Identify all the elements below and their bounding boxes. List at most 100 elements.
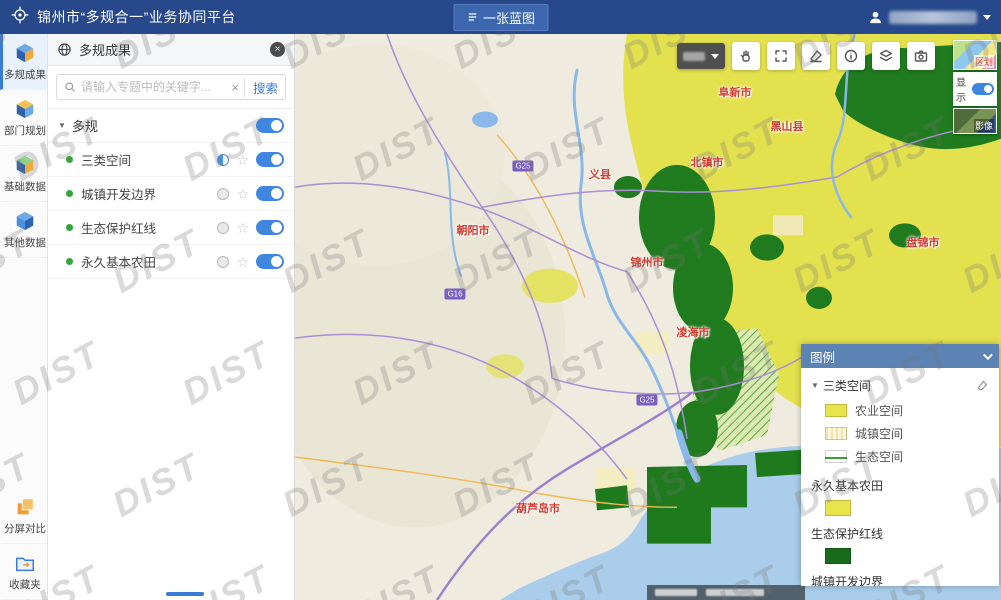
layer-row-eco-redline[interactable]: 生态保护红线 ☆ — [48, 211, 294, 245]
sidebar-item-split-compare[interactable]: 分屏对比 — [0, 488, 47, 544]
cube-icon — [14, 154, 36, 176]
search-input[interactable] — [81, 80, 226, 94]
star-icon[interactable]: ☆ — [236, 187, 249, 201]
status-text-blurred — [655, 589, 697, 596]
chevron-down-icon — [711, 54, 719, 59]
user-menu[interactable] — [868, 10, 991, 25]
legend-title: 图例 — [810, 347, 835, 366]
basemap-thumb-imagery[interactable]: 影像 — [953, 108, 997, 134]
legend-swatch — [825, 404, 847, 417]
layer-status-dot — [66, 258, 73, 265]
chevron-down-icon — [983, 15, 991, 20]
layer-info-icon[interactable] — [217, 154, 229, 166]
folder-icon — [14, 552, 36, 574]
layer-toggle[interactable] — [256, 186, 284, 201]
layer-row-urban-boundary[interactable]: 城镇开发边界 ☆ — [48, 177, 294, 211]
basemap-switcher: 区划 显示 影像 — [953, 40, 997, 134]
map-tool-dropdown[interactable] — [677, 43, 725, 69]
sidebar-item-label: 收藏夹 — [9, 577, 41, 592]
legend-item-label: 城镇空间 — [855, 425, 903, 442]
sidebar-item-department-plans[interactable]: 部门规划 — [0, 90, 47, 146]
user-name-blurred — [889, 11, 977, 24]
chevron-down-icon[interactable] — [983, 350, 993, 360]
legend-single-label: 城镇开发边界 — [811, 573, 989, 586]
legend-item-label: 生态空间 — [855, 448, 903, 465]
sidebar-item-planning-results[interactable]: 多规成果 — [0, 34, 47, 90]
star-icon[interactable]: ☆ — [236, 221, 249, 235]
close-icon[interactable]: × — [270, 42, 285, 57]
legend-swatch — [825, 450, 847, 463]
sidebar-spacer — [0, 258, 47, 488]
layer-info-icon[interactable] — [217, 222, 229, 234]
legend-item-town: 城镇空间 — [811, 422, 989, 445]
layer-toggle[interactable] — [256, 220, 284, 235]
legend-group-label: 三类空间 — [823, 377, 871, 394]
basemap-toggle-label: 显示 — [956, 74, 972, 104]
clear-search-icon[interactable]: × — [231, 81, 239, 94]
legend-header[interactable]: 图例 — [801, 344, 999, 368]
sidebar-item-label: 其他数据 — [4, 235, 46, 250]
map-status-bar — [647, 585, 805, 600]
layer-row-three-spaces[interactable]: 三类空间 ☆ — [48, 143, 294, 177]
layer-panel-header: 多规成果 × — [48, 34, 294, 66]
legend-single-label: 永久基本农田 — [811, 477, 989, 494]
sidebar-item-base-data[interactable]: 基础数据 — [0, 146, 47, 202]
group-toggle[interactable] — [256, 118, 284, 133]
horizontal-scrollbar-thumb[interactable] — [166, 592, 204, 596]
layer-name: 城镇开发边界 — [81, 184, 156, 203]
layer-status-dot — [66, 156, 73, 163]
legend-item-agriculture: 农业空间 — [811, 399, 989, 422]
basemap-visibility-toggle[interactable] — [972, 83, 994, 95]
info-icon — [843, 48, 859, 64]
layers-button[interactable] — [872, 42, 900, 70]
sidebar-item-other-data[interactable]: 其他数据 — [0, 202, 47, 258]
eraser-icon — [808, 48, 824, 64]
identify-button[interactable] — [837, 42, 865, 70]
layer-panel: 多规成果 × × 搜索 ▼ 多规 — [48, 34, 295, 600]
basemap-thumb-division[interactable]: 区划 — [953, 40, 997, 70]
sidebar-item-favorites[interactable]: 收藏夹 — [0, 544, 47, 600]
star-icon[interactable]: ☆ — [236, 255, 249, 269]
sidebar-item-label: 部门规划 — [4, 123, 46, 138]
search-box: × 搜索 — [56, 74, 286, 100]
legend-swatch — [825, 500, 851, 516]
layer-name: 永久基本农田 — [81, 252, 156, 271]
legend-group-toggle[interactable]: ▼ 三类空间 — [811, 377, 871, 394]
layers-icon — [878, 48, 894, 64]
layer-name: 三类空间 — [81, 150, 131, 169]
app-logo-icon — [10, 5, 30, 30]
user-icon — [868, 10, 883, 25]
full-extent-button[interactable] — [767, 42, 795, 70]
star-icon[interactable]: ☆ — [236, 153, 249, 167]
cube-icon — [14, 210, 36, 232]
layer-status-dot — [66, 224, 73, 231]
layer-toggle[interactable] — [256, 254, 284, 269]
cube-icon — [14, 42, 36, 64]
pan-tool-button[interactable] — [732, 42, 760, 70]
legend-swatch — [825, 427, 847, 440]
layer-tree: ▼ 多规 三类空间 ☆ 城镇开发边界 ☆ — [48, 109, 294, 600]
eraser-icon[interactable] — [976, 379, 989, 392]
search-row: × 搜索 — [48, 66, 294, 109]
panel-title: 多规成果 — [79, 40, 131, 59]
cube-icon — [14, 98, 36, 120]
camera-icon — [913, 48, 929, 64]
split-compare-icon — [14, 496, 36, 518]
legend-group-row: ▼ 三类空间 — [811, 377, 989, 394]
clear-graphics-button[interactable] — [802, 42, 830, 70]
blueprint-button[interactable]: 一张蓝图 — [453, 4, 548, 31]
layer-toggle[interactable] — [256, 152, 284, 167]
tree-group-duogui[interactable]: ▼ 多规 — [48, 109, 294, 143]
search-button[interactable]: 搜索 — [244, 78, 278, 97]
legend-panel: 图例 ▼ 三类空间 农业空间 — [801, 344, 999, 586]
map-toolbar — [677, 42, 935, 70]
layer-row-basic-farmland[interactable]: 永久基本农田 ☆ — [48, 245, 294, 279]
basemap-visibility-row: 显示 — [953, 72, 997, 106]
globe-icon — [57, 42, 72, 57]
screenshot-button[interactable] — [907, 42, 935, 70]
layer-info-icon[interactable] — [217, 188, 229, 200]
layer-info-icon[interactable] — [217, 256, 229, 268]
sidebar-item-label: 分屏对比 — [4, 521, 46, 536]
search-icon — [64, 81, 76, 93]
map-container[interactable]: 阜新市 朝阳市 义县 北镇市 黑山县 锦州市 凌海市 盘锦市 葫芦岛市 G25 … — [295, 34, 1001, 600]
